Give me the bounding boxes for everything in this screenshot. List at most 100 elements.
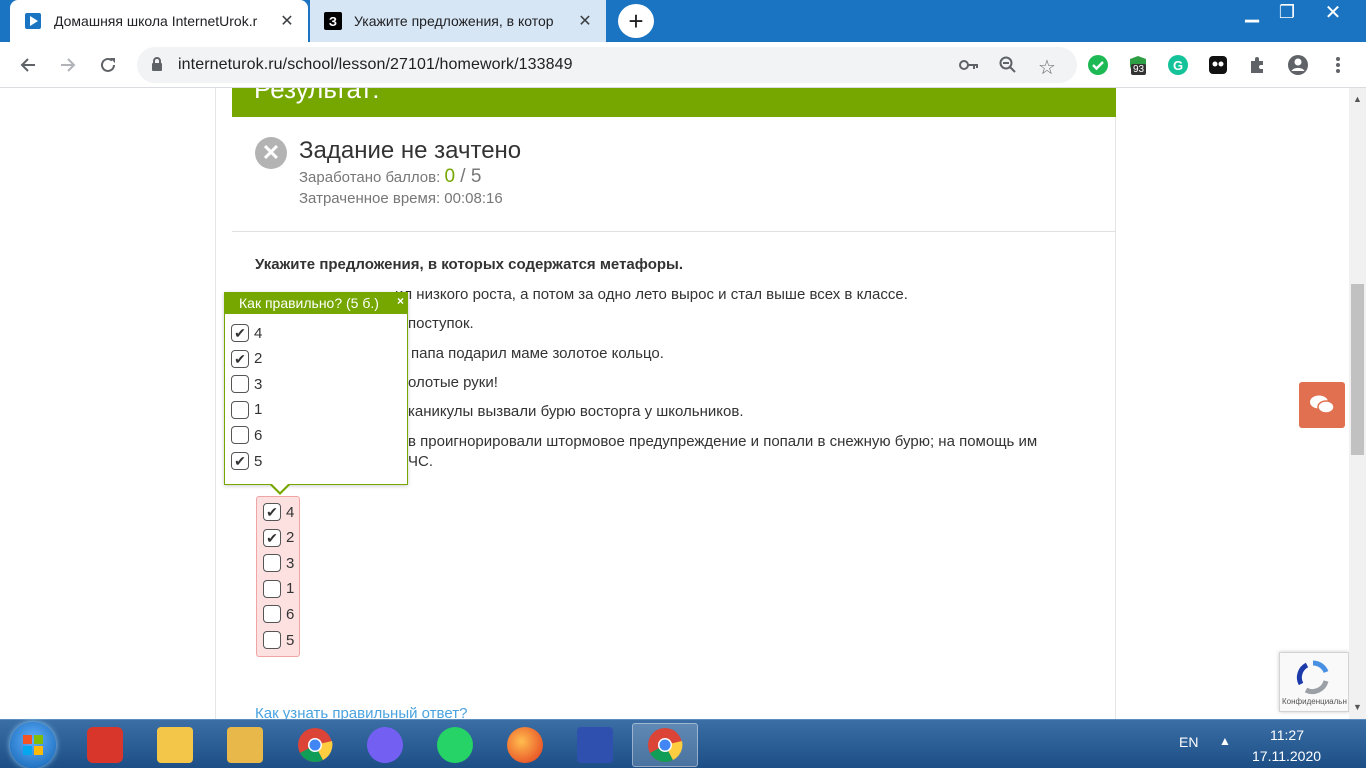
chrome-app-icon[interactable] bbox=[286, 723, 344, 767]
correct-answer-option[interactable]: ✔ 2 bbox=[231, 349, 262, 369]
windows-taskbar: EN ▲ 11:27 17.11.2020 bbox=[0, 719, 1366, 768]
zoom-out-icon[interactable] bbox=[999, 56, 1017, 79]
scrollbar-thumb[interactable] bbox=[1351, 284, 1364, 455]
checkbox-icon[interactable] bbox=[231, 375, 249, 394]
back-icon[interactable] bbox=[13, 50, 43, 80]
reload-icon[interactable] bbox=[93, 50, 123, 80]
start-button[interactable] bbox=[10, 722, 56, 768]
recaptcha-icon bbox=[1296, 660, 1329, 695]
recaptcha-text: Конфиденциальн bbox=[1282, 697, 1347, 706]
popup-pointer-inner bbox=[271, 483, 289, 492]
score-earned: 0 bbox=[444, 166, 456, 187]
correct-answer-option-label: 2 bbox=[254, 350, 263, 368]
firefox-app-icon[interactable] bbox=[496, 723, 554, 767]
checkbox-icon[interactable] bbox=[231, 426, 249, 445]
checkbox-checked-icon[interactable]: ✔ bbox=[231, 324, 249, 342]
checkbox-checked-icon[interactable]: ✔ bbox=[231, 349, 249, 368]
whatsapp-app-icon[interactable] bbox=[426, 723, 484, 767]
file-explorer-app-icon[interactable] bbox=[146, 723, 204, 767]
result-title: Результат: bbox=[254, 88, 380, 104]
grammarly-icon[interactable]: G bbox=[1163, 50, 1193, 80]
correct-answer-option[interactable]: ✔ 4 bbox=[231, 323, 262, 343]
folder-app-icon[interactable] bbox=[216, 723, 274, 767]
new-tab-button[interactable]: + bbox=[618, 4, 654, 38]
sentence-6-continued: ЧС. bbox=[408, 453, 433, 470]
correct-answer-option-label: 5 bbox=[254, 452, 263, 470]
page-content: Результат: ✕ Задание не зачтено Заработа… bbox=[0, 88, 1349, 719]
tray-expand-icon[interactable]: ▲ bbox=[1219, 734, 1231, 748]
popup-close-icon[interactable]: × bbox=[397, 291, 404, 312]
tab-title: Укажите предложения, в котор bbox=[354, 13, 554, 29]
score-total: 5 bbox=[470, 166, 482, 187]
popup-header: Как правильно? (5 б.) × bbox=[225, 293, 407, 314]
result-summary: ✕ Задание не зачтено Заработано баллов: … bbox=[232, 117, 1116, 232]
recaptcha-badge[interactable]: Конфиденциальн bbox=[1279, 652, 1349, 712]
sentence-5: каникулы вызвали бурю восторга у школьни… bbox=[408, 403, 744, 420]
save-app-icon[interactable] bbox=[566, 723, 624, 767]
lock-icon[interactable] bbox=[151, 57, 163, 77]
bookmark-star-icon[interactable]: ☆ bbox=[1038, 55, 1056, 80]
viber-app-icon[interactable] bbox=[356, 723, 414, 767]
extensions-puzzle-icon[interactable] bbox=[1243, 50, 1273, 80]
checkbox-checked-icon[interactable]: ✔ bbox=[263, 503, 281, 521]
address-bar[interactable]: interneturok.ru/school/lesson/27101/home… bbox=[137, 47, 1077, 83]
extension-badge: 93 bbox=[1131, 64, 1147, 75]
user-answers-box: ✔ 4 ✔ 2 3 1 6 5 bbox=[256, 496, 300, 657]
url-text: interneturok.ru/school/lesson/27101/home… bbox=[178, 56, 573, 73]
extension-dark-icon[interactable] bbox=[1203, 50, 1233, 80]
checkbox-checked-icon[interactable]: ✔ bbox=[231, 452, 249, 470]
tab-interneturok[interactable]: Домашняя школа InternetUrok.r ✕ bbox=[10, 0, 308, 42]
clock-date[interactable]: 17.11.2020 bbox=[1252, 748, 1321, 764]
user-answer-option[interactable]: ✔ 4 bbox=[263, 502, 294, 522]
how-to-know-answer-link[interactable]: Как узнать правильный ответ? bbox=[255, 705, 467, 719]
user-answer-option-label: 4 bbox=[286, 503, 295, 521]
sentence-3: папа подарил маме золотое кольцо. bbox=[411, 345, 664, 362]
user-answer-option[interactable]: ✔ 2 bbox=[263, 528, 294, 548]
score-line: Заработано баллов: 0 / 5 bbox=[299, 166, 481, 188]
scroll-up-arrow-icon[interactable]: ▲ bbox=[1353, 94, 1362, 104]
correct-answer-option[interactable]: 3 bbox=[231, 374, 262, 394]
tab-znanija[interactable]: З Укажите предложения, в котор ✕ bbox=[310, 0, 606, 42]
checkbox-icon[interactable] bbox=[263, 631, 281, 649]
chrome-active-app-icon[interactable] bbox=[632, 723, 698, 767]
chat-button[interactable] bbox=[1299, 382, 1345, 428]
correct-answer-option[interactable]: 6 bbox=[231, 425, 262, 445]
user-answer-option[interactable]: 6 bbox=[263, 604, 294, 624]
correct-answer-popup: Как правильно? (5 б.) × ✔ 4 ✔ 2 3 1 6 ✔ 5 bbox=[224, 292, 408, 495]
forward-icon[interactable] bbox=[53, 50, 83, 80]
score-label: Заработано баллов: bbox=[299, 169, 441, 186]
extension-shield-icon[interactable]: 93 bbox=[1123, 50, 1153, 80]
close-window-button[interactable]: ✕ bbox=[1304, 0, 1362, 24]
windows-logo-icon bbox=[23, 735, 43, 755]
browser-menu-icon[interactable] bbox=[1323, 50, 1353, 80]
checkbox-icon[interactable] bbox=[231, 400, 249, 419]
page-scrollbar[interactable]: ▲ ▼ bbox=[1349, 88, 1366, 719]
znanija-favicon-icon: З bbox=[324, 12, 342, 30]
svg-text:G: G bbox=[1173, 58, 1183, 73]
minimize-button[interactable]: ▁ bbox=[1232, 0, 1272, 24]
key-icon[interactable] bbox=[959, 56, 979, 79]
correct-answer-option[interactable]: ✔ 5 bbox=[231, 451, 262, 471]
checkbox-checked-icon[interactable]: ✔ bbox=[263, 528, 281, 547]
correct-answer-option-label: 1 bbox=[254, 401, 263, 419]
sentence-6: в проигнорировали штормовое предупрежден… bbox=[408, 433, 1038, 450]
clock-time[interactable]: 11:27 bbox=[1270, 727, 1304, 743]
correct-answer-option-label: 3 bbox=[254, 375, 263, 393]
scroll-down-arrow-icon[interactable]: ▼ bbox=[1353, 702, 1362, 712]
restore-button[interactable]: ❐ bbox=[1267, 0, 1307, 24]
language-indicator[interactable]: EN bbox=[1179, 734, 1198, 750]
user-answer-option[interactable]: 5 bbox=[263, 630, 294, 650]
ccleaner-app-icon[interactable] bbox=[76, 723, 134, 767]
tab-close-icon[interactable]: ✕ bbox=[574, 10, 596, 32]
checkbox-icon[interactable] bbox=[263, 605, 281, 624]
tab-close-icon[interactable]: ✕ bbox=[276, 10, 298, 32]
checkbox-icon[interactable] bbox=[263, 579, 281, 598]
profile-avatar-icon[interactable] bbox=[1283, 50, 1313, 80]
correct-answer-option[interactable]: 1 bbox=[231, 400, 262, 420]
sentence-4: олотые руки! bbox=[408, 374, 498, 391]
user-answer-option[interactable]: 3 bbox=[263, 553, 294, 573]
user-answer-option-label: 2 bbox=[286, 529, 295, 547]
extension-check-icon[interactable] bbox=[1083, 50, 1113, 80]
checkbox-icon[interactable] bbox=[263, 554, 281, 573]
user-answer-option[interactable]: 1 bbox=[263, 579, 294, 599]
